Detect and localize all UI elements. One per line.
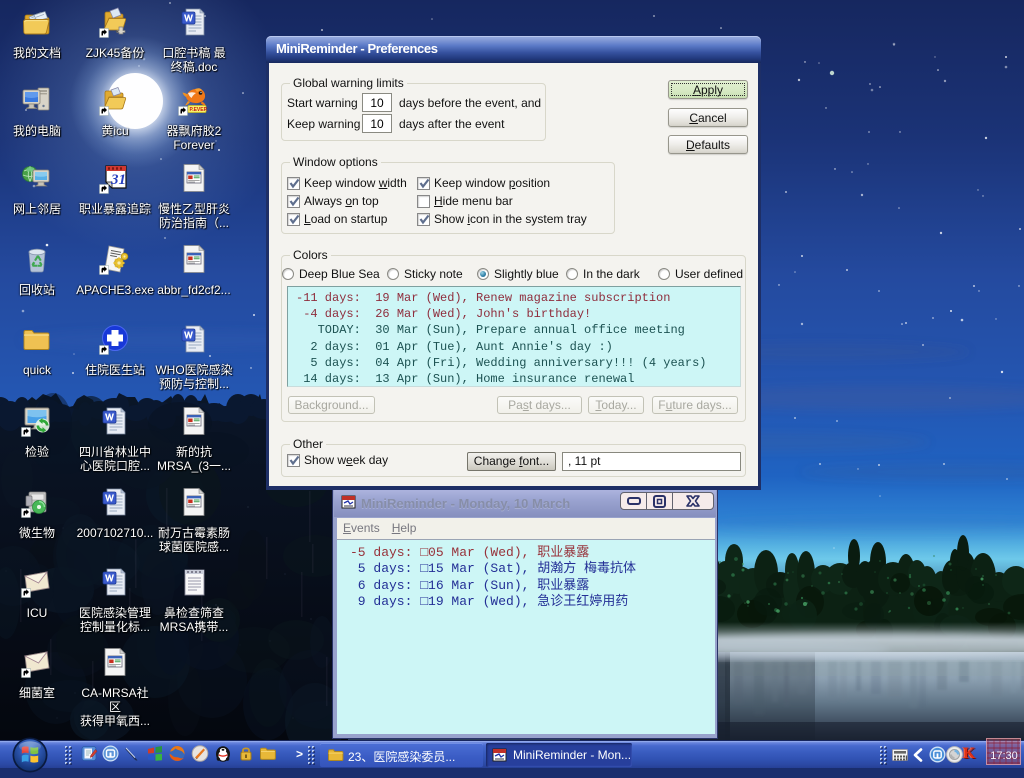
svg-text:P.EVEP.: P.EVEP. [190, 107, 209, 113]
svg-text:31: 31 [110, 172, 126, 188]
